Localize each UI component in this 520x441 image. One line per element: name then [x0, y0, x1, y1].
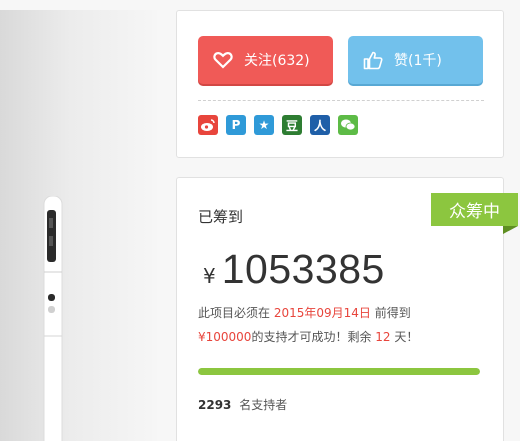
backers-count: 2293 名支持者 [198, 396, 287, 413]
like-label: 赞(1千) [394, 53, 442, 69]
renren-share-icon[interactable]: 人 [310, 115, 330, 135]
deadline-note: 此项目必须在 2015年09月14日 前得到 [198, 304, 411, 321]
wechat-share-icon[interactable] [338, 115, 358, 135]
days-left: 12 [375, 330, 391, 344]
follow-button[interactable]: 关注(632) [198, 36, 333, 84]
raised-label: 已筹到 [198, 208, 244, 226]
backers-label: 名支持者 [239, 398, 288, 412]
status-badge: 众筹中 [431, 193, 518, 226]
progress-fill [198, 368, 480, 375]
actions-card: 关注(632) 赞(1千) P ★ 豆人 [176, 10, 504, 158]
weibo-share-icon[interactable] [198, 115, 218, 135]
backers-number: 2293 [198, 398, 232, 412]
tencent-weibo-share-icon[interactable]: P [226, 115, 246, 135]
divider [198, 100, 484, 101]
follow-label: 关注(632) [244, 53, 310, 69]
qzone-share-icon[interactable]: ★ [254, 115, 274, 135]
funding-card: 众筹中 已筹到 ¥ 1053385 此项目必须在 2015年09月14日 前得到… [176, 177, 518, 441]
note-suffix: 前得到 [374, 306, 411, 320]
goal-suffix: 的支持才可成功！剩余 [251, 330, 372, 344]
days-suffix: 天！ [394, 330, 419, 344]
share-row: P ★ 豆人 [198, 115, 358, 135]
goal-note: ¥100000的支持才可成功！剩余 12 天！ [198, 328, 418, 345]
thumbs-up-icon [362, 49, 384, 71]
note-prefix: 此项目必须在 [198, 306, 271, 320]
amount-value: 1053385 [221, 246, 385, 292]
like-button[interactable]: 赞(1千) [348, 36, 483, 84]
heart-icon [212, 49, 234, 71]
product-image [0, 10, 157, 441]
currency-symbol: ¥ [203, 264, 216, 288]
badge-fold [503, 226, 518, 234]
goal-amount: ¥100000 [198, 330, 252, 344]
douban-share-icon[interactable]: 豆 [282, 115, 302, 135]
pen-product-illustration [43, 196, 63, 441]
deadline-date: 2015年09月14日 [273, 306, 371, 320]
raised-amount: ¥ 1053385 [203, 246, 385, 293]
progress-bar [198, 368, 480, 375]
